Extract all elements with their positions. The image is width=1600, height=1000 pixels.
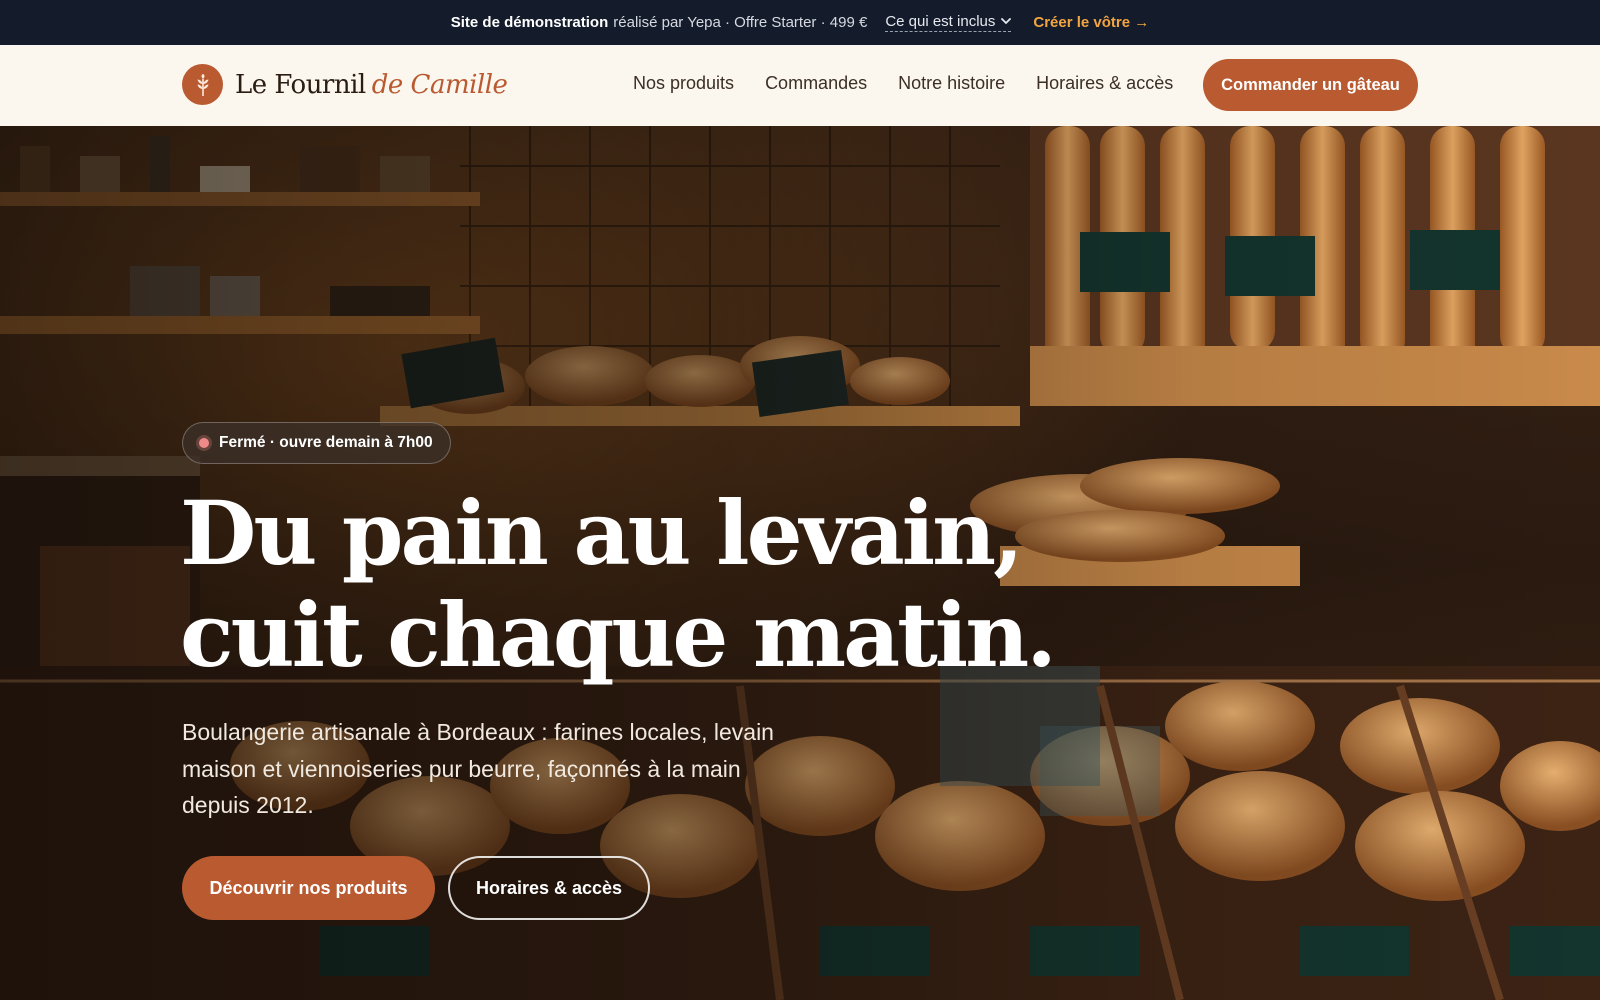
main-nav: Nos produits Commandes Notre histoire Ho… [633, 73, 1173, 94]
chevron-down-icon [1001, 16, 1012, 28]
brand-accent: de Camille [371, 69, 508, 100]
create-yours-link[interactable]: Créer le vôtre → [1033, 14, 1149, 31]
hero-title: Du pain au levain, cuit chaque matin. [180, 481, 1057, 687]
nav-story[interactable]: Notre histoire [898, 73, 1005, 94]
banner-title: Site de démonstration [450, 14, 609, 31]
banner-text: réalisé par Yepa · Offre Starter · 499 € [613, 14, 868, 31]
nav-orders[interactable]: Commandes [765, 73, 867, 94]
discover-products-button[interactable]: Découvrir nos produits [182, 856, 435, 920]
included-dropdown[interactable]: Ce qui est inclus [885, 13, 1012, 32]
demo-banner: Site de démonstration réalisé par Yepa ·… [0, 0, 1600, 45]
site-header: Le Fournil de Camille Nos produits Comman… [0, 45, 1600, 126]
included-label: Ce qui est inclus [885, 13, 996, 30]
hours-access-button[interactable]: Horaires & accès [448, 856, 650, 920]
brand-logo[interactable]: Le Fournil de Camille [182, 64, 508, 105]
status-text: Fermé · ouvre demain à 7h00 [219, 434, 433, 451]
wheat-icon [182, 64, 223, 105]
hero-subtitle: Boulangerie artisanale à Bordeaux : fari… [182, 719, 774, 818]
brand-name: Le Fournil de Camille [235, 69, 508, 100]
hero-title-line-1: Du pain au levain, [180, 481, 1024, 585]
brand-main: Le Fournil [235, 69, 366, 100]
status-dot-icon [199, 438, 209, 448]
nav-products[interactable]: Nos produits [633, 73, 734, 94]
order-cake-button[interactable]: Commander un gâteau [1203, 59, 1418, 111]
nav-hours[interactable]: Horaires & accès [1036, 73, 1173, 94]
hero-title-line-2: cuit chaque matin. [180, 583, 1057, 687]
opening-status-badge: Fermé · ouvre demain à 7h00 [182, 422, 451, 464]
hero-section: Fermé · ouvre demain à 7h00 Du pain au l… [0, 126, 1600, 1000]
